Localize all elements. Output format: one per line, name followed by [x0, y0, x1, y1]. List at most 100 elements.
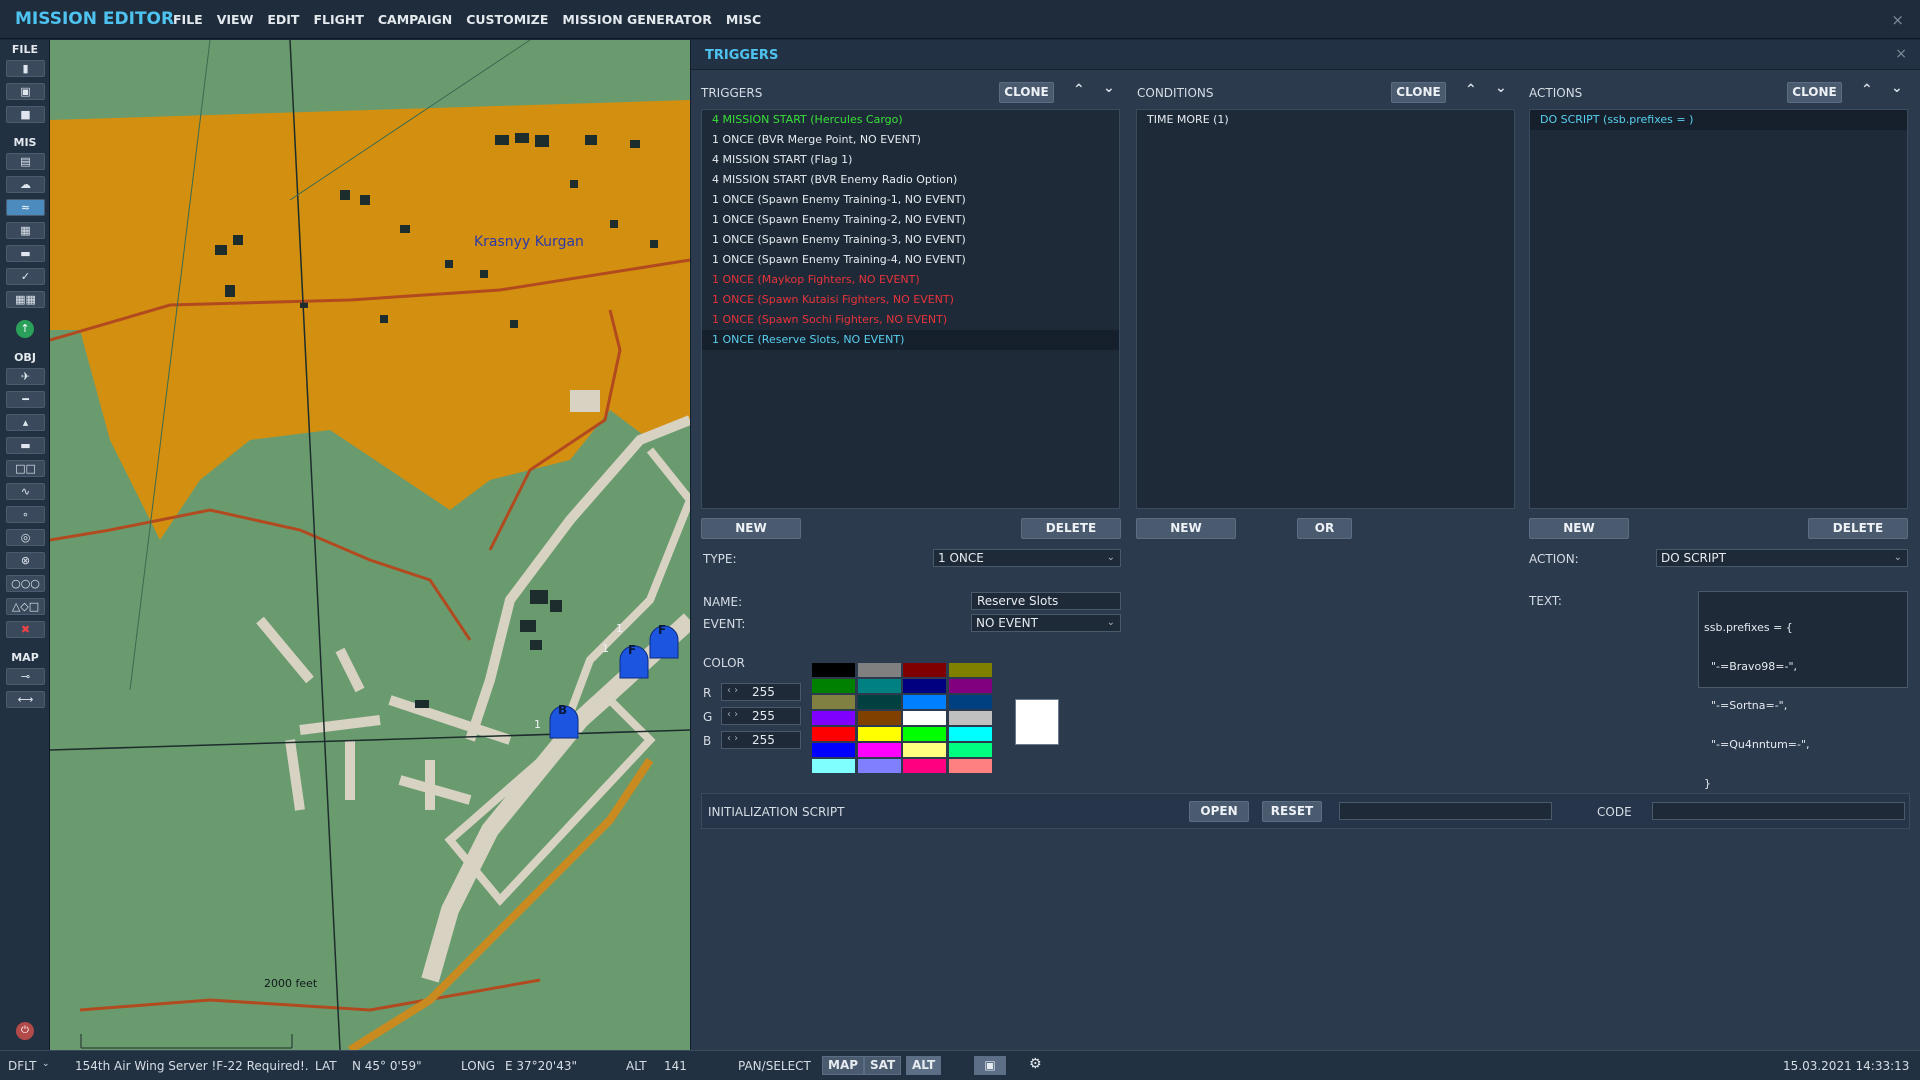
script-text-area[interactable]: ssb.prefixes = { "-=Bravo98=-", "-=Sortn…: [1698, 591, 1908, 790]
color-swatch[interactable]: [902, 662, 947, 678]
color-swatch[interactable]: [856, 662, 902, 678]
color-swatch[interactable]: [811, 726, 856, 742]
action-dropdown[interactable]: DO SCRIPT ⌄: [1656, 549, 1908, 567]
triggers-clone-button[interactable]: CLONE: [999, 82, 1054, 103]
actions-list[interactable]: DO SCRIPT (ssb.prefixes = ): [1529, 109, 1908, 509]
color-swatch[interactable]: [947, 694, 993, 710]
pan-select-mode[interactable]: PAN/SELECT: [738, 1059, 811, 1073]
color-swatch[interactable]: [902, 726, 947, 742]
trigger-item[interactable]: 4 MISSION START (BVR Enemy Radio Option): [702, 170, 1119, 190]
menu-edit[interactable]: EDIT: [267, 12, 299, 27]
template-icon[interactable]: ∿: [6, 483, 45, 500]
unit-marker-b[interactable]: B: [558, 703, 567, 717]
up-arrow-icon[interactable]: ↑: [16, 320, 34, 338]
save-icon[interactable]: ■: [6, 106, 45, 123]
menu-mission-generator[interactable]: MISSION GENERATOR: [562, 12, 712, 27]
color-swatch[interactable]: [947, 662, 993, 678]
briefing-icon[interactable]: ▤: [6, 153, 45, 170]
chevron-up-icon-actions[interactable]: ⌃: [1861, 82, 1873, 98]
color-swatch[interactable]: [856, 726, 902, 742]
goals-icon[interactable]: ▬: [6, 245, 45, 262]
stepper-b-icon[interactable]: ‹ ›: [727, 733, 738, 744]
key-icon[interactable]: ⊸: [6, 668, 45, 685]
chevron-up-icon[interactable]: ⌃: [1073, 82, 1085, 98]
trigger-item[interactable]: 4 MISSION START (Flag 1): [702, 150, 1119, 170]
unit-marker-f-1[interactable]: F: [658, 623, 666, 637]
ruler-icon[interactable]: ⟷: [6, 691, 45, 708]
triggers-icon[interactable]: ≈: [6, 199, 45, 216]
chevron-down-icon-conditions[interactable]: ⌄: [1495, 80, 1507, 96]
close-app-icon[interactable]: ×: [1891, 11, 1904, 29]
color-swatch[interactable]: [811, 694, 856, 710]
actions-delete-button[interactable]: DELETE: [1808, 518, 1908, 539]
trigger-item[interactable]: 1 ONCE (Spawn Sochi Fighters, NO EVENT): [702, 310, 1119, 330]
weather-icon[interactable]: ☁: [6, 176, 45, 193]
color-swatch[interactable]: [947, 742, 993, 758]
type-dropdown[interactable]: 1 ONCE ⌄: [933, 549, 1121, 567]
map-layer-icon[interactable]: ▣: [974, 1056, 1006, 1075]
trigger-item[interactable]: 1 ONCE (Maykop Fighters, NO EVENT): [702, 270, 1119, 290]
color-swatch[interactable]: [811, 710, 856, 726]
color-swatch[interactable]: [947, 710, 993, 726]
new-file-icon[interactable]: ▮: [6, 60, 45, 77]
target-icon[interactable]: ▦: [6, 222, 45, 239]
init-script-path-input[interactable]: [1339, 802, 1552, 820]
static-object-icon[interactable]: □□: [6, 460, 45, 477]
unit-marker-f-2[interactable]: F: [628, 643, 636, 657]
close-icon[interactable]: ×: [1895, 46, 1907, 62]
triggers-list[interactable]: 4 MISSION START (Hercules Cargo) 1 ONCE (…: [701, 109, 1120, 509]
zone-icon[interactable]: ∘: [6, 506, 45, 523]
color-palette[interactable]: [811, 662, 993, 774]
color-swatch[interactable]: [811, 662, 856, 678]
helicopter-icon[interactable]: ━: [6, 391, 45, 408]
trigger-item[interactable]: 1 ONCE (Spawn Enemy Training-4, NO EVENT…: [702, 250, 1119, 270]
name-input[interactable]: Reserve Slots: [971, 592, 1121, 610]
color-swatch[interactable]: [902, 710, 947, 726]
sat-mode-button[interactable]: SAT: [864, 1056, 902, 1075]
map-mode-button[interactable]: MAP: [822, 1056, 865, 1075]
menu-customize[interactable]: CUSTOMIZE: [466, 12, 548, 27]
color-swatch[interactable]: [856, 742, 902, 758]
conditions-list[interactable]: TIME MORE (1): [1136, 109, 1515, 509]
trigger-item[interactable]: 1 ONCE (Reserve Slots, NO EVENT): [702, 330, 1119, 350]
chevron-down-icon[interactable]: ⌄: [1103, 80, 1115, 96]
trigger-item[interactable]: 1 ONCE (Spawn Kutaisi Fighters, NO EVENT…: [702, 290, 1119, 310]
color-swatch[interactable]: [856, 694, 902, 710]
color-swatch[interactable]: [811, 758, 856, 774]
group-icon[interactable]: ○○○: [6, 575, 45, 592]
plane-icon[interactable]: ✈: [6, 368, 45, 385]
layout-selector[interactable]: DFLT: [8, 1059, 37, 1073]
init-reset-button[interactable]: RESET: [1262, 801, 1322, 822]
stepper-r-icon[interactable]: ‹ ›: [727, 685, 738, 696]
open-folder-icon[interactable]: ▣: [6, 83, 45, 100]
action-item[interactable]: DO SCRIPT (ssb.prefixes = ): [1530, 110, 1907, 130]
actions-new-button[interactable]: NEW: [1529, 518, 1629, 539]
condition-item[interactable]: TIME MORE (1): [1137, 110, 1514, 130]
color-swatch[interactable]: [902, 742, 947, 758]
triggers-new-button[interactable]: NEW: [701, 518, 801, 539]
init-open-button[interactable]: OPEN: [1189, 801, 1249, 822]
menu-campaign[interactable]: CAMPAIGN: [378, 12, 452, 27]
map-canvas[interactable]: [50, 40, 690, 1050]
vehicle-icon[interactable]: ▬: [6, 437, 45, 454]
color-swatch[interactable]: [811, 678, 856, 694]
color-swatch[interactable]: [902, 678, 947, 694]
menu-file[interactable]: FILE: [173, 12, 203, 27]
menu-view[interactable]: VIEW: [217, 12, 254, 27]
conditions-or-button[interactable]: OR: [1297, 518, 1352, 539]
ship-icon[interactable]: ▴: [6, 414, 45, 431]
menu-flight[interactable]: FLIGHT: [313, 12, 363, 27]
chevron-up-icon-conditions[interactable]: ⌃: [1465, 82, 1477, 98]
map-view[interactable]: Krasnyy Kurgan 2000 feet F F B 1 1 1: [50, 40, 690, 1050]
trigger-item[interactable]: 1 ONCE (Spawn Enemy Training-2, NO EVENT…: [702, 210, 1119, 230]
event-dropdown[interactable]: NO EVENT ⌄: [971, 614, 1121, 632]
resource-manager-icon[interactable]: ▦▦: [6, 291, 45, 308]
color-swatch[interactable]: [902, 694, 947, 710]
nav-point-icon[interactable]: ◎: [6, 529, 45, 546]
stepper-g-icon[interactable]: ‹ ›: [727, 709, 738, 720]
conditions-new-button[interactable]: NEW: [1136, 518, 1236, 539]
settings-gear-icon[interactable]: ⚙: [1024, 1056, 1047, 1075]
color-swatch[interactable]: [947, 758, 993, 774]
color-swatch[interactable]: [856, 678, 902, 694]
code-input[interactable]: [1652, 802, 1905, 820]
